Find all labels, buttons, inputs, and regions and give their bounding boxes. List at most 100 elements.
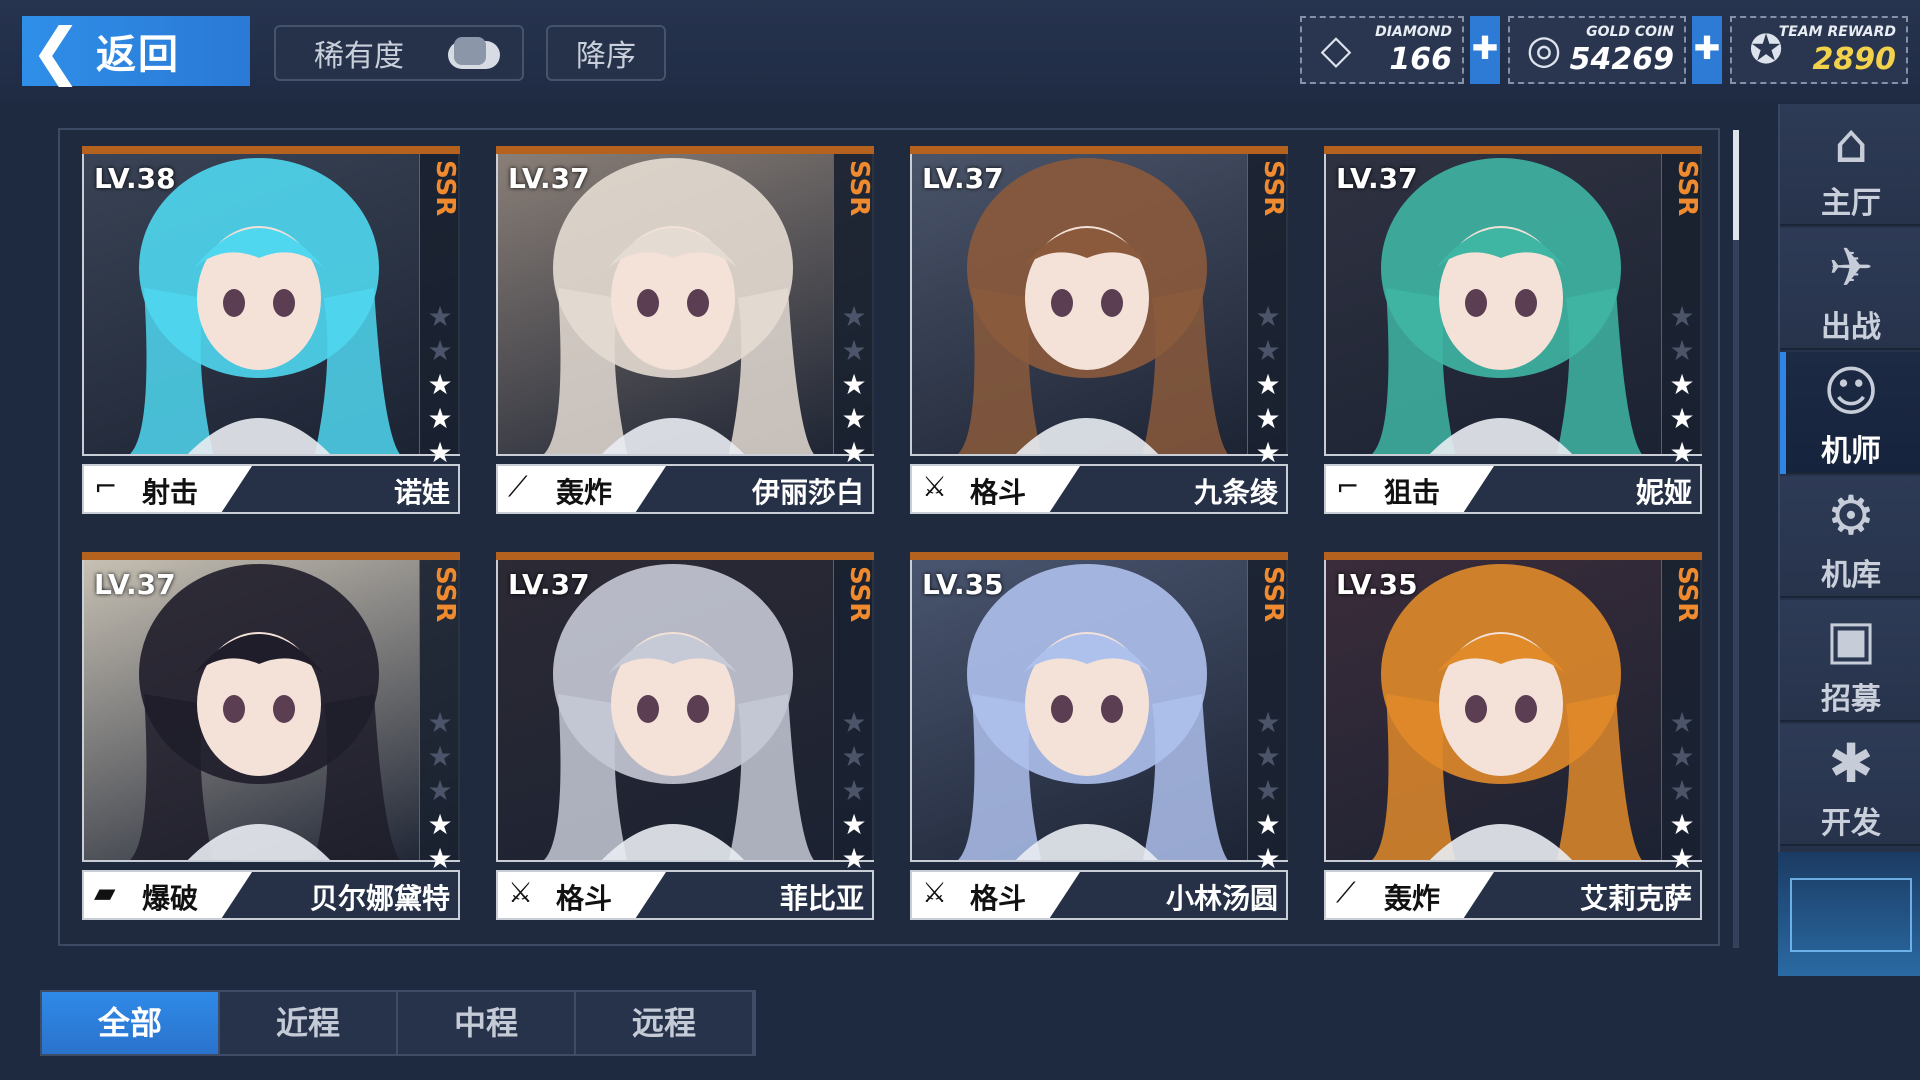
sniper-icon: ⌐ bbox=[1336, 470, 1360, 503]
star-icon: ★ bbox=[1255, 740, 1281, 773]
pilot-type-label: 格斗 bbox=[556, 882, 613, 915]
rarity-label: SSR bbox=[844, 160, 874, 217]
range-tab[interactable]: 中程 bbox=[398, 992, 576, 1054]
rifle-icon: ⌐ bbox=[94, 470, 118, 503]
add-gold-button[interactable]: ✚ bbox=[1692, 16, 1722, 84]
star-icon: ★ bbox=[1255, 808, 1281, 841]
star-icon: ★ bbox=[427, 706, 453, 739]
pilot-type-tag: ⚔ 格斗 bbox=[498, 872, 666, 918]
recruit-icon: ▣ bbox=[1825, 608, 1877, 671]
scrollbar[interactable] bbox=[1733, 130, 1739, 948]
currency-value: 166 bbox=[1389, 42, 1452, 77]
currency-diamond: ◇ DIAMOND 166 bbox=[1300, 16, 1464, 84]
card-top-accent bbox=[496, 146, 874, 154]
star-icon: ★ bbox=[841, 774, 867, 807]
star-icon: ★ bbox=[1669, 334, 1695, 367]
range-tab[interactable]: 全部 bbox=[42, 992, 220, 1054]
sidebar-item[interactable]: ✈ 出战 bbox=[1780, 228, 1920, 350]
sidebar-item[interactable]: ✱ 开发 bbox=[1780, 724, 1920, 846]
star-icon: ★ bbox=[427, 300, 453, 333]
star-icon: ★ bbox=[1669, 808, 1695, 841]
pilot-type-label: 爆破 bbox=[142, 882, 199, 915]
star-icon: ★ bbox=[841, 706, 867, 739]
pilot-level: LV.37 bbox=[1336, 162, 1418, 195]
add-diamond-button[interactable]: ✚ bbox=[1470, 16, 1500, 84]
pilot-card[interactable]: LV.37 SSR ★★★★★★ ⌐ 狙击 妮娅 bbox=[1324, 146, 1702, 516]
range-tab[interactable]: 远程 bbox=[576, 992, 754, 1054]
back-button-label: 返回 bbox=[95, 32, 180, 78]
rarity-sort-button[interactable]: 稀有度 bbox=[274, 25, 524, 81]
rarity-sort-label: 稀有度 bbox=[314, 39, 404, 74]
card-top-accent bbox=[496, 552, 874, 560]
pilot-type-label: 轰炸 bbox=[556, 476, 613, 509]
order-button[interactable]: 降序 bbox=[546, 25, 666, 81]
currency-gold: ◎ GOLD COIN 54269 bbox=[1508, 16, 1686, 84]
range-tab[interactable]: 近程 bbox=[220, 992, 398, 1054]
star-icon: ★ bbox=[1669, 706, 1695, 739]
pilot-type-label: 格斗 bbox=[970, 882, 1027, 915]
card-top-accent bbox=[82, 552, 460, 560]
card-top-accent bbox=[910, 552, 1288, 560]
pilot-card[interactable]: LV.37 SSR ★★★★★★ ⚔ 格斗 九条绫 bbox=[910, 146, 1288, 516]
range-tabs: 全部 近程 中程 远程 bbox=[40, 990, 756, 1056]
rarity-label: SSR bbox=[1672, 566, 1702, 623]
sidebar-item[interactable]: ⚙ 机库 bbox=[1780, 476, 1920, 598]
star-icon: ★ bbox=[1669, 774, 1695, 807]
battle-icon: ✈ bbox=[1828, 236, 1874, 299]
crossed-swords-icon: ⚔ bbox=[922, 470, 948, 503]
pilot-info-bar: ▰ 爆破 贝尔娜黛特 bbox=[82, 870, 460, 920]
pilot-card[interactable]: LV.35 SSR ★★★★★★ ⚔ 格斗 小林汤圆 bbox=[910, 552, 1288, 922]
pilot-level: LV.37 bbox=[508, 162, 590, 195]
pilot-name: 贝尔娜黛特 bbox=[309, 882, 450, 915]
back-button[interactable]: ❮ 返回 bbox=[22, 16, 250, 86]
currency-name: DIAMOND bbox=[1375, 24, 1452, 40]
star-icon: ★ bbox=[841, 300, 867, 333]
currency-name: GOLD COIN bbox=[1586, 24, 1674, 40]
pilot-card[interactable]: LV.38 SSR ★★★★★★ ⌐ 射击 诺娃 bbox=[82, 146, 460, 516]
pilot-type-tag: ⚔ 格斗 bbox=[912, 466, 1080, 512]
bazooka-icon: ▰ bbox=[94, 876, 116, 909]
minimap-grid bbox=[1790, 878, 1912, 952]
hangar-icon: ⚙ bbox=[1826, 484, 1876, 547]
pilot-card[interactable]: LV.35 SSR ★★★★★★ ⟋ 轰炸 艾莉克萨 bbox=[1324, 552, 1702, 922]
pilot-icon: ☺ bbox=[1822, 360, 1880, 423]
pilot-info-bar: ⌐ 狙击 妮娅 bbox=[1324, 464, 1702, 514]
rarity-label: SSR bbox=[1258, 566, 1288, 623]
minimap[interactable] bbox=[1778, 852, 1920, 976]
pilot-card[interactable]: LV.37 SSR ★★★★★★ ▰ 爆破 贝尔娜黛特 bbox=[82, 552, 460, 922]
sidebar-item[interactable]: ▣ 招募 bbox=[1780, 600, 1920, 722]
pilot-type-tag: ⌐ 狙击 bbox=[1326, 466, 1494, 512]
crossed-swords-icon: ⚔ bbox=[508, 876, 534, 909]
star-icon: ★ bbox=[427, 334, 453, 367]
sidebar-item[interactable]: ☺ 机师 bbox=[1780, 352, 1920, 474]
star-icon: ★ bbox=[841, 402, 867, 435]
pilot-info-bar: ⚔ 格斗 小林汤圆 bbox=[910, 870, 1288, 920]
star-icon: ★ bbox=[427, 808, 453, 841]
sidebar-item-label: 出战 bbox=[1821, 310, 1881, 345]
sidebar-item[interactable]: ⌂ 主厅 bbox=[1780, 104, 1920, 226]
gold-coin-icon: ◎ bbox=[1526, 27, 1562, 73]
star-icon: ★ bbox=[1669, 740, 1695, 773]
star-icon: ★ bbox=[841, 740, 867, 773]
hall-icon: ⌂ bbox=[1833, 112, 1869, 175]
card-top-accent bbox=[82, 146, 460, 154]
currency-value: 2890 bbox=[1812, 42, 1897, 77]
sidebar-item-label: 机师 bbox=[1821, 434, 1881, 469]
scrollbar-thumb[interactable] bbox=[1733, 130, 1739, 240]
star-icon: ★ bbox=[427, 402, 453, 435]
star-icon: ★ bbox=[841, 334, 867, 367]
pilot-card[interactable]: LV.37 SSR ★★★★★★ ⚔ 格斗 菲比亚 bbox=[496, 552, 874, 922]
pilot-card[interactable]: LV.37 SSR ★★★★★★ ⟋ 轰炸 伊丽莎白 bbox=[496, 146, 874, 516]
develop-icon: ✱ bbox=[1828, 732, 1874, 795]
pilot-type-tag: ▰ 爆破 bbox=[84, 872, 252, 918]
sidebar-item-label: 机库 bbox=[1821, 558, 1881, 593]
pilot-type-tag: ⟋ 轰炸 bbox=[1326, 872, 1494, 918]
rarity-label: SSR bbox=[1672, 160, 1702, 217]
star-icon: ★ bbox=[1669, 300, 1695, 333]
pilot-name: 妮娅 bbox=[1635, 476, 1692, 509]
sidebar-item-label: 开发 bbox=[1821, 806, 1881, 841]
mortar-icon: ⟋ bbox=[1336, 876, 1356, 909]
star-icon: ★ bbox=[427, 774, 453, 807]
pilot-level: LV.37 bbox=[508, 568, 590, 601]
star-icon: ★ bbox=[1669, 368, 1695, 401]
